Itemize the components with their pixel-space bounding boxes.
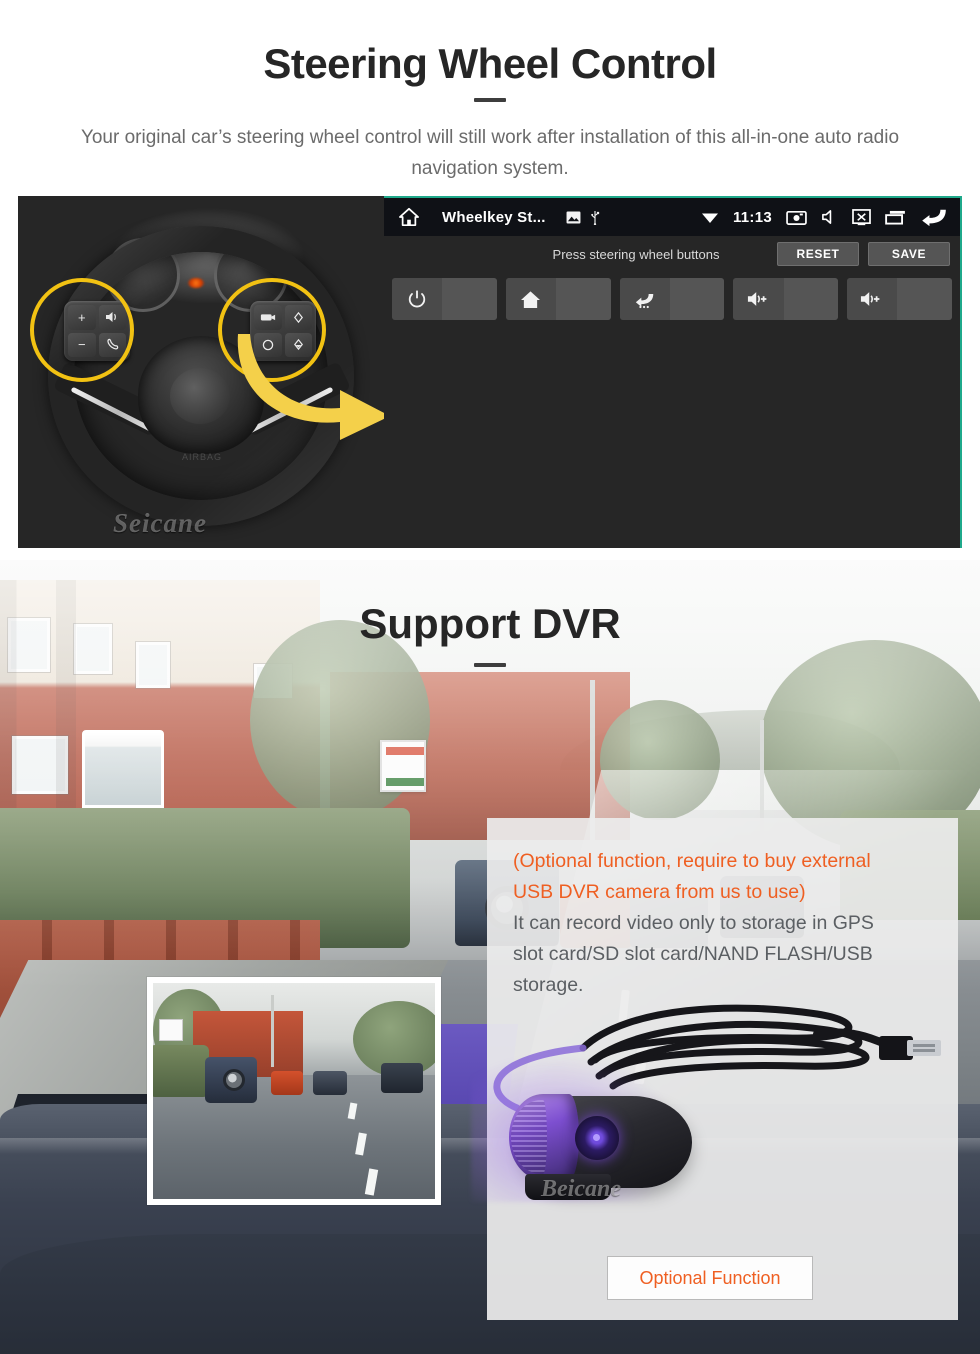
wheelkey-row-volume-up-2[interactable] [847, 278, 952, 320]
preview-car [313, 1071, 347, 1095]
wheelkey-value-volume-up-1[interactable] [783, 278, 839, 320]
swc-left-highlight-circle [30, 278, 134, 382]
airbag-label: AIRBAG [181, 452, 222, 462]
dvr-note-line-2: USB DVR camera from us to use) [513, 881, 806, 903]
volume-up-icon [847, 278, 898, 320]
camera-icon[interactable] [786, 209, 807, 226]
status-mini-icons [566, 210, 600, 225]
product-feature-page: Steering Wheel Control Your original car… [0, 0, 980, 1354]
title-divider [474, 98, 506, 102]
dvr-info-text: (Optional function, require to buy exter… [487, 818, 958, 1001]
optional-function-button[interactable]: Optional Function [607, 1256, 813, 1300]
save-button[interactable]: SAVE [868, 242, 950, 266]
dvr-desc-line-1: It can record video only to storage in G… [513, 912, 874, 934]
steering-wheel-control-section: Steering Wheel Control Your original car… [0, 0, 980, 560]
screen-off-icon[interactable] [852, 208, 871, 226]
instruction-text: Press steering wheel buttons [552, 246, 720, 262]
wheelkey-value-power[interactable] [442, 278, 497, 320]
page-subtitle: Your original car’s steering wheel contr… [80, 127, 900, 179]
wheelkey-row-volume-up-1[interactable] [733, 278, 839, 320]
reset-button[interactable]: RESET [777, 242, 859, 266]
power-icon [392, 278, 443, 320]
yellow-arrow-icon [237, 334, 384, 440]
home-icon [505, 278, 557, 320]
dvr-desc-line-2: slot card/SD slot card/NAND FLASH/USB [513, 943, 873, 965]
preview-car [381, 1063, 423, 1093]
steering-media-row: AIRBAG + − Seicane Wheelkey St... 11:13 … [18, 196, 962, 548]
head-unit-screen: Wheelkey St... 11:13 Press steering whee… [384, 196, 962, 548]
product-watermark: Beicane [541, 1176, 621, 1202]
android-status-bar: Wheelkey St... 11:13 [384, 198, 960, 236]
dvr-note-line-1: (Optional function, require to buy exter… [513, 850, 871, 872]
preview-spare-wheel [223, 1069, 245, 1091]
wheelkey-assignment-grid [384, 272, 960, 320]
section-title-divider [474, 663, 506, 667]
image-icon [566, 210, 581, 224]
wheelkey-row-power[interactable] [392, 278, 497, 320]
brand-watermark: Seicane [113, 508, 207, 538]
page-title: Steering Wheel Control [263, 40, 717, 87]
dvr-info-panel: (Optional function, require to buy exter… [471, 818, 958, 1320]
app-title: Wheelkey St... [442, 208, 546, 226]
camera-led-icon [593, 1134, 600, 1141]
preview-hedge [153, 1045, 209, 1097]
back-icon[interactable] [920, 207, 948, 227]
wheelkey-row-back[interactable] [619, 278, 725, 320]
usb-icon [590, 210, 600, 225]
status-clock: 11:13 [732, 208, 772, 226]
volume-up-icon [733, 278, 784, 320]
preview-car [271, 1071, 303, 1095]
recents-icon[interactable] [885, 210, 906, 225]
preview-lamp-post [271, 995, 274, 1067]
home-icon[interactable] [398, 207, 420, 227]
preview-sign [159, 1019, 183, 1041]
wheelkey-value-volume-up-2[interactable] [897, 278, 952, 320]
airbag-center [170, 368, 230, 424]
usb-dvr-camera-photo: Beicane [471, 988, 958, 1258]
back-icon [619, 278, 670, 320]
dvr-video-preview [147, 977, 441, 1205]
section-title: Support DVR [359, 600, 621, 647]
steering-wheel-photo: AIRBAG + − Seicane [18, 196, 384, 548]
wheelkey-value-back[interactable] [669, 278, 725, 320]
app-toolbar: Press steering wheel buttons RESET SAVE [384, 236, 960, 272]
wheelkey-value-home[interactable] [556, 278, 611, 320]
status-right-icons: 11:13 [701, 207, 948, 227]
wheelkey-row-home[interactable] [505, 278, 611, 320]
dvr-video-frame [153, 983, 435, 1199]
wifi-icon [701, 210, 719, 224]
mute-icon[interactable] [821, 209, 838, 225]
